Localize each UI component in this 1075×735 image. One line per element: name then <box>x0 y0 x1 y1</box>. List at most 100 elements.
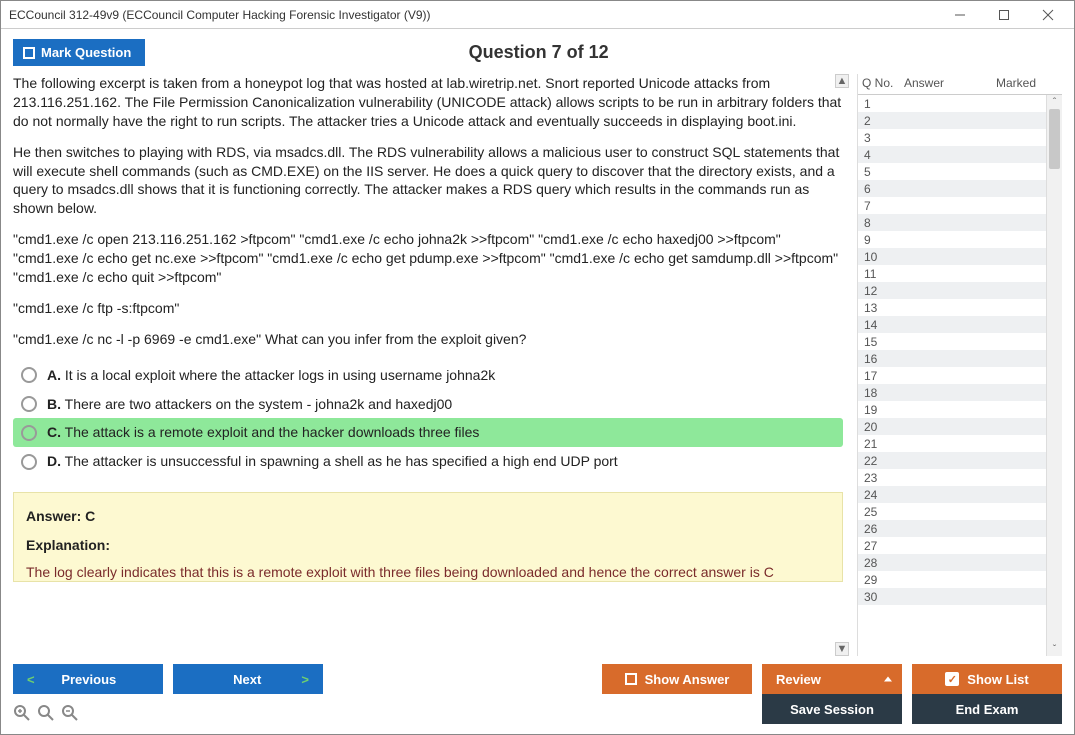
next-label: Next <box>187 672 307 687</box>
list-row[interactable]: 12 <box>858 282 1062 299</box>
row-number: 30 <box>864 590 904 604</box>
list-row[interactable]: 10 <box>858 248 1062 265</box>
save-session-label: Save Session <box>790 702 874 717</box>
review-dropdown[interactable]: Review <box>762 664 902 694</box>
row-number: 15 <box>864 335 904 349</box>
window-title: ECCouncil 312-49v9 (ECCouncil Computer H… <box>5 8 938 22</box>
header-row: Mark Question Question 7 of 12 <box>13 39 1062 66</box>
row-number: 3 <box>864 131 904 145</box>
list-row[interactable]: 6 <box>858 180 1062 197</box>
zoom-in-button[interactable] <box>13 704 31 722</box>
list-row[interactable]: 28 <box>858 554 1062 571</box>
radio-icon <box>21 425 37 441</box>
minimize-button[interactable] <box>938 2 982 28</box>
question-list[interactable]: 1234567891011121314151617181920212223242… <box>858 95 1062 656</box>
list-row[interactable]: 25 <box>858 503 1062 520</box>
row-number: 28 <box>864 556 904 570</box>
list-row[interactable]: 26 <box>858 520 1062 537</box>
list-row[interactable]: 5 <box>858 163 1062 180</box>
row-number: 29 <box>864 573 904 587</box>
radio-icon <box>21 367 37 383</box>
list-row[interactable]: 17 <box>858 367 1062 384</box>
row-number: 13 <box>864 301 904 315</box>
save-session-button[interactable]: Save Session <box>762 694 902 724</box>
maximize-icon <box>998 9 1010 21</box>
list-row[interactable]: 21 <box>858 435 1062 452</box>
list-row[interactable]: 18 <box>858 384 1062 401</box>
list-row[interactable]: 4 <box>858 146 1062 163</box>
show-list-button[interactable]: ✓ Show List <box>912 664 1062 694</box>
list-row[interactable]: 23 <box>858 469 1062 486</box>
option-b[interactable]: B. There are two attackers on the system… <box>13 390 843 419</box>
end-exam-button[interactable]: End Exam <box>912 694 1062 724</box>
scroll-down-icon[interactable]: ˇ <box>1047 642 1062 656</box>
next-button[interactable]: Next > <box>173 664 323 694</box>
zoom-out-button[interactable] <box>61 704 79 722</box>
list-row[interactable]: 30 <box>858 588 1062 605</box>
zoom-reset-button[interactable] <box>37 704 55 722</box>
show-list-label: Show List <box>967 672 1028 687</box>
previous-button[interactable]: < Previous <box>13 664 163 694</box>
row-number: 26 <box>864 522 904 536</box>
scrollbar-thumb[interactable] <box>1049 109 1060 169</box>
explanation-label: Explanation: <box>26 536 830 555</box>
question-para: The following excerpt is taken from a ho… <box>13 74 843 131</box>
list-row[interactable]: 16 <box>858 350 1062 367</box>
row-number: 27 <box>864 539 904 553</box>
list-row[interactable]: 3 <box>858 129 1062 146</box>
radio-icon <box>21 396 37 412</box>
option-label: B. There are two attackers on the system… <box>47 395 452 414</box>
question-pane: ▲ ▼ The following excerpt is taken from … <box>13 74 847 656</box>
list-row[interactable]: 20 <box>858 418 1062 435</box>
list-row[interactable]: 2 <box>858 112 1062 129</box>
row-number: 8 <box>864 216 904 230</box>
col-answer: Answer <box>904 76 974 90</box>
row-number: 11 <box>864 267 904 281</box>
row-number: 19 <box>864 403 904 417</box>
option-label: D. The attacker is unsuccessful in spawn… <box>47 452 618 471</box>
list-row[interactable]: 22 <box>858 452 1062 469</box>
row-number: 18 <box>864 386 904 400</box>
row-number: 12 <box>864 284 904 298</box>
question-scroll[interactable]: The following excerpt is taken from a ho… <box>13 74 847 656</box>
list-row[interactable]: 14 <box>858 316 1062 333</box>
row-number: 1 <box>864 97 904 111</box>
question-number-label: Question 7 of 12 <box>145 42 932 63</box>
option-c[interactable]: C. The attack is a remote exploit and th… <box>13 418 843 447</box>
answer-box: Answer: C Explanation: The log clearly i… <box>13 492 843 582</box>
zoom-out-icon <box>61 704 79 722</box>
row-number: 4 <box>864 148 904 162</box>
list-row[interactable]: 29 <box>858 571 1062 588</box>
show-answer-button[interactable]: Show Answer <box>602 664 752 694</box>
list-scrollbar[interactable]: ˆ ˇ <box>1046 95 1062 656</box>
list-row[interactable]: 1 <box>858 95 1062 112</box>
mark-question-button[interactable]: Mark Question <box>13 39 145 66</box>
row-number: 25 <box>864 505 904 519</box>
row-number: 6 <box>864 182 904 196</box>
list-row[interactable]: 8 <box>858 214 1062 231</box>
option-a[interactable]: A. It is a local exploit where the attac… <box>13 361 843 390</box>
list-header: Q No. Answer Marked <box>858 74 1062 95</box>
option-label: C. The attack is a remote exploit and th… <box>47 423 479 442</box>
question-para: "cmd1.exe /c nc -l -p 6969 -e cmd1.exe" … <box>13 330 843 349</box>
checkbox-icon <box>23 47 35 59</box>
list-row[interactable]: 13 <box>858 299 1062 316</box>
search-icon <box>37 704 55 722</box>
list-row[interactable]: 27 <box>858 537 1062 554</box>
maximize-button[interactable] <box>982 2 1026 28</box>
scroll-up-icon[interactable]: ˆ <box>1047 95 1062 109</box>
row-number: 17 <box>864 369 904 383</box>
list-row[interactable]: 19 <box>858 401 1062 418</box>
option-d[interactable]: D. The attacker is unsuccessful in spawn… <box>13 447 843 476</box>
question-body: The following excerpt is taken from a ho… <box>13 74 843 582</box>
list-row[interactable]: 15 <box>858 333 1062 350</box>
close-icon <box>1042 9 1054 21</box>
list-row[interactable]: 24 <box>858 486 1062 503</box>
row-number: 9 <box>864 233 904 247</box>
footer-row: < Previous Next > Show Answer Review ✓ S… <box>13 656 1062 694</box>
row-number: 7 <box>864 199 904 213</box>
list-row[interactable]: 11 <box>858 265 1062 282</box>
close-button[interactable] <box>1026 2 1070 28</box>
list-row[interactable]: 9 <box>858 231 1062 248</box>
list-row[interactable]: 7 <box>858 197 1062 214</box>
